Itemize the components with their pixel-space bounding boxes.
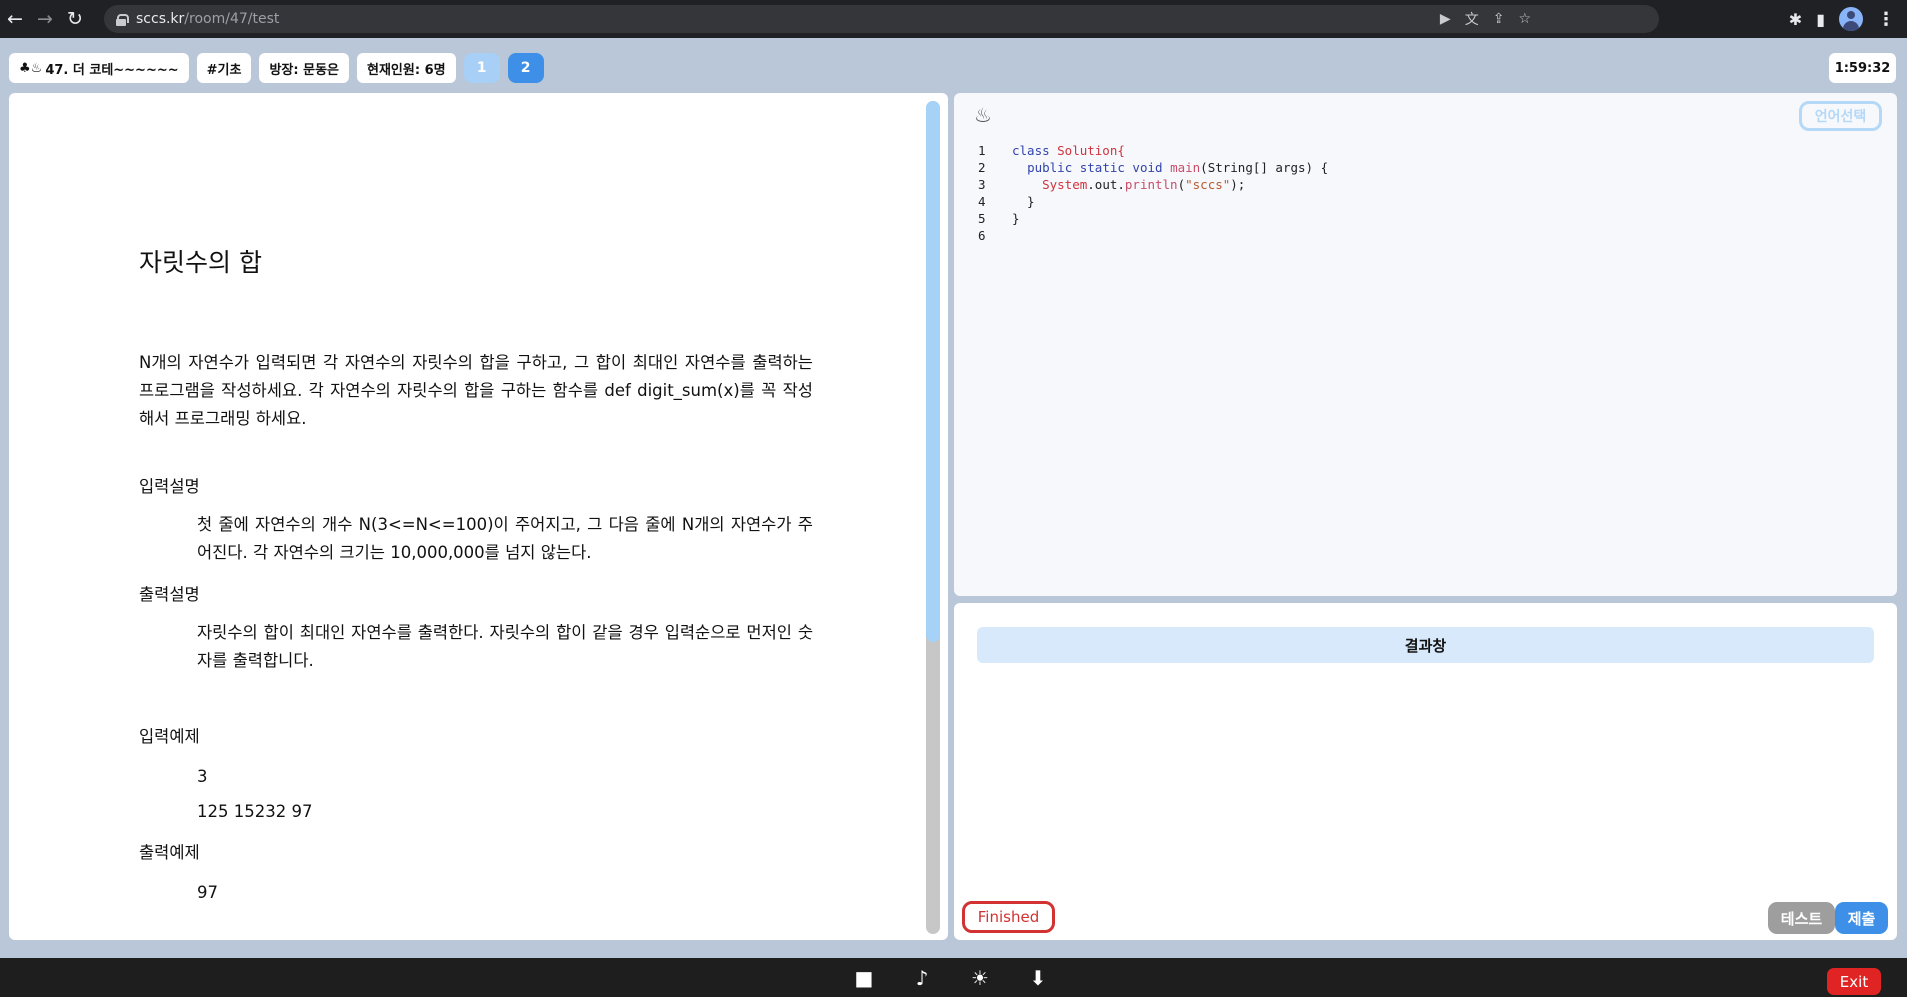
code-area[interactable]: 1 class Solution{ 2 public static void m… [978, 142, 1328, 244]
line-number: 2 [978, 160, 986, 175]
code-token: ); [1230, 177, 1246, 192]
line-number: 4 [978, 194, 986, 209]
code-token: System [1042, 177, 1088, 192]
code-line: 4 } [978, 193, 1328, 210]
code-token: public static void [1027, 160, 1171, 175]
example-input-heading: 입력예제 [139, 727, 200, 746]
timer: 1:59:32 [1829, 53, 1896, 83]
room-title: 47. 더 코테~~~~~~ [45, 62, 179, 78]
result-panel: 결과창 Finished 테스트 제출 [954, 603, 1897, 940]
scrollbar-thumb[interactable] [926, 101, 940, 642]
browser-toolbar: ← → ↻ sccs.kr/room/47/test ▶ 文 ⇪ ☆ ✱ ▮ ⋮ [0, 0, 1907, 38]
problem-scrollbar[interactable] [926, 101, 940, 934]
room-icon: ♣♨ [19, 60, 43, 76]
url-path: /room/47/test [184, 11, 280, 27]
forward-icon[interactable]: → [30, 4, 60, 34]
test-button[interactable]: 테스트 [1768, 902, 1835, 934]
code-editor-panel[interactable]: ♨ 언어선택 1 class Solution{ 2 public static… [954, 93, 1897, 596]
call-controls-bar: ■ ♪ ☀ ⬇ Exit [0, 958, 1907, 997]
language-select-button[interactable]: 언어선택 [1799, 101, 1882, 131]
line-number: 6 [978, 228, 986, 243]
submit-button[interactable]: 제출 [1835, 902, 1888, 934]
example-output-heading: 출력예제 [139, 843, 200, 862]
example-input-line: 125 15232 97 [197, 802, 313, 821]
output-heading: 출력설명 [139, 585, 200, 604]
status-badge: Finished [962, 901, 1055, 933]
code-line: 2 public static void main (String[] args)… [978, 159, 1328, 176]
page-button-2[interactable]: 2 [507, 53, 544, 83]
host-chip: 방장: 문동은 [259, 53, 349, 83]
code-line: 6 [978, 227, 1328, 244]
code-token: main [1170, 160, 1201, 175]
line-number: 3 [978, 177, 986, 192]
input-description: 첫 줄에 자연수의 개수 N(3<=N<=100)이 주어지고, 그 다음 줄에… [197, 515, 813, 562]
output-description: 자릿수의 합이 최대인 자연수를 출력한다. 자릿수의 합이 같을 경우 입력순… [197, 623, 813, 670]
java-icon: ♨ [974, 103, 992, 127]
brightness-icon[interactable]: ☀ [968, 966, 992, 990]
lock-icon [116, 13, 129, 26]
input-heading: 입력설명 [139, 477, 200, 496]
extensions-icon[interactable]: ✱ [1789, 10, 1802, 29]
result-heading: 결과창 [977, 627, 1874, 663]
code-token: } [1012, 211, 1020, 226]
line-number: 1 [978, 143, 986, 158]
code-token: "sccs" [1185, 177, 1231, 192]
code-token: (String[] args) { [1200, 160, 1329, 175]
room-title-chip: ♣♨ 47. 더 코테~~~~~~ [9, 53, 189, 83]
code-token: class [1012, 143, 1058, 158]
star-icon[interactable]: ☆ [1518, 11, 1531, 27]
page-button-1[interactable]: 1 [463, 53, 500, 83]
video-camera-icon[interactable]: ■ [852, 966, 876, 990]
code-line: 1 class Solution{ [978, 142, 1328, 159]
problem-panel: 자릿수의 합 N개의 자연수가 입력되면 각 자연수의 자릿수의 합을 구하고,… [9, 93, 948, 940]
code-token: ( [1177, 177, 1186, 192]
code-token: } [1012, 194, 1035, 209]
exit-button[interactable]: Exit [1827, 968, 1881, 995]
room-info-bar: ♣♨ 47. 더 코테~~~~~~ #기초 방장: 문동은 현재인원: 6명 1… [9, 53, 544, 83]
members-chip: 현재인원: 6명 [357, 53, 456, 83]
code-token: Solution{ [1057, 143, 1125, 158]
code-token: println [1124, 177, 1178, 192]
back-icon[interactable]: ← [0, 4, 30, 34]
example-input-line: 3 [197, 767, 208, 786]
camera-icon[interactable]: ▶ [1440, 11, 1451, 27]
url-host: sccs.kr [136, 11, 185, 27]
code-token: .out. [1087, 177, 1125, 192]
share-icon[interactable]: ⇪ [1493, 11, 1505, 27]
sidepanel-icon[interactable]: ▮ [1816, 10, 1825, 29]
profile-avatar[interactable] [1839, 7, 1863, 31]
example-output-line: 97 [197, 883, 218, 902]
problem-description: N개의 자연수가 입력되면 각 자연수의 자릿수의 합을 구하고, 그 합이 최… [139, 353, 813, 428]
microphone-muted-icon[interactable]: ♪ [910, 966, 934, 990]
translate-icon[interactable]: 文 [1465, 9, 1479, 29]
line-number: 5 [978, 211, 986, 226]
code-line: 3 System .out. println("sccs"); [978, 176, 1328, 193]
address-bar[interactable]: sccs.kr/room/47/test ▶ 文 ⇪ ☆ [104, 5, 1659, 33]
code-line: 5 } [978, 210, 1328, 227]
reload-icon[interactable]: ↻ [60, 4, 90, 34]
screen-share-icon[interactable]: ⬇ [1026, 966, 1050, 990]
tag-chip: #기초 [196, 53, 252, 83]
menu-icon[interactable]: ⋮ [1877, 9, 1895, 30]
problem-title: 자릿수의 합 [139, 248, 262, 277]
